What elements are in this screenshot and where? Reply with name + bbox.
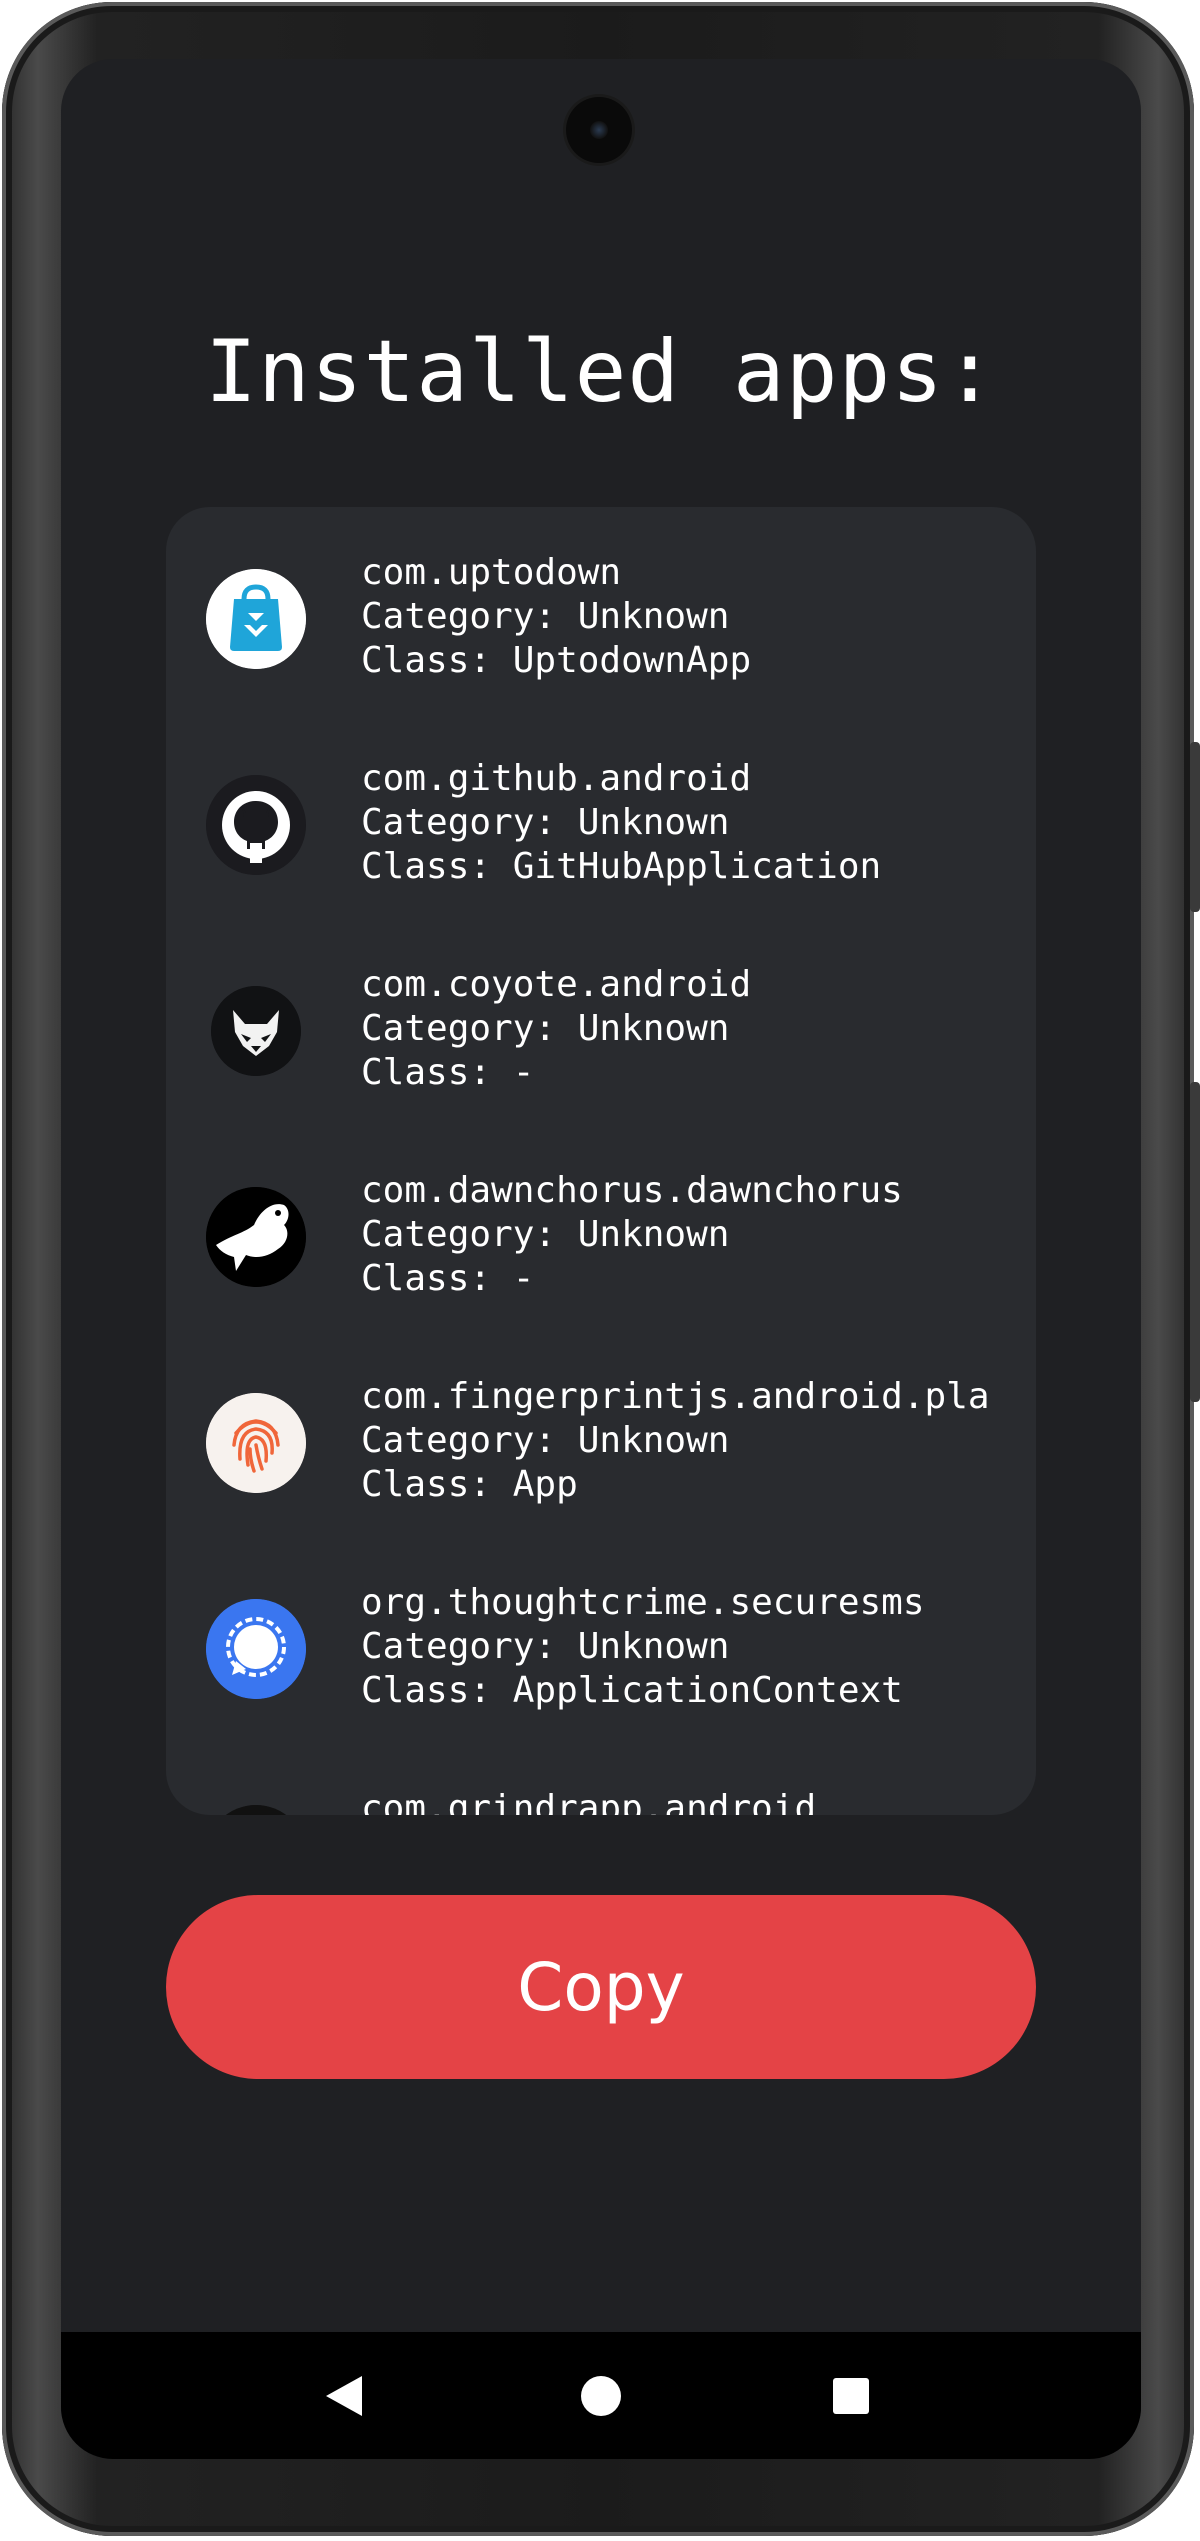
copy-button[interactable]: Copy — [166, 1895, 1036, 2079]
home-button[interactable] — [541, 2332, 661, 2459]
app-info: com.github.android Category: Unknown Cla… — [361, 757, 1036, 889]
list-item[interactable]: com.dawnchorus.dawnchorus Category: Unkn… — [166, 1125, 1036, 1331]
dawnchorus-bird-icon — [206, 1187, 306, 1287]
list-item[interactable]: com.grindrapp.android — [166, 1743, 1036, 1815]
app-class: Class: - — [361, 1052, 535, 1093]
fingerprint-icon — [206, 1393, 306, 1493]
app-category: Category: Unknown — [361, 1626, 730, 1667]
package-name: com.uptodown — [361, 552, 622, 593]
list-item[interactable]: com.coyote.android Category: Unknown Cla… — [166, 919, 1036, 1125]
package-name: org.thoughtcrime.securesms — [361, 1582, 925, 1623]
recents-button[interactable] — [791, 2332, 911, 2459]
back-button[interactable] — [284, 2332, 404, 2459]
coyote-icon — [211, 986, 301, 1076]
recents-icon — [833, 2377, 869, 2414]
installed-apps-list[interactable]: com.uptodown Category: Unknown Class: Up… — [166, 507, 1036, 1815]
list-item[interactable]: com.fingerprintjs.android.pla Category: … — [166, 1331, 1036, 1537]
app-class: Class: UptodownApp — [361, 640, 752, 681]
phone-frame: Installed apps: com.uptodown Category: U… — [2, 2, 1200, 2536]
app-category: Category: Unknown — [361, 1420, 730, 1461]
volume-button — [1190, 1082, 1200, 1402]
home-icon — [581, 2375, 621, 2416]
app-class: Class: - — [361, 1258, 535, 1299]
front-camera — [566, 97, 632, 163]
system-navigation-bar — [61, 2332, 1141, 2459]
power-button — [1190, 742, 1200, 912]
app-category: Category: Unknown — [361, 596, 730, 637]
page-title: Installed apps: — [205, 322, 997, 422]
app-info: com.coyote.android Category: Unknown Cla… — [361, 963, 1036, 1095]
app-info: com.grindrapp.android — [361, 1787, 1036, 1815]
app-info: org.thoughtcrime.securesms Category: Unk… — [361, 1581, 1036, 1713]
app-class: Class: ApplicationContext — [361, 1670, 903, 1711]
package-name: com.github.android — [361, 758, 752, 799]
app-category: Category: Unknown — [361, 802, 730, 843]
back-icon — [326, 2375, 362, 2416]
signal-icon — [206, 1599, 306, 1699]
app-info: com.fingerprintjs.android.pla Category: … — [361, 1375, 1036, 1507]
list-item[interactable]: com.uptodown Category: Unknown Class: Up… — [166, 507, 1036, 713]
app-category: Category: Unknown — [361, 1008, 730, 1049]
package-name: com.dawnchorus.dawnchorus — [361, 1170, 903, 1211]
app-info: com.uptodown Category: Unknown Class: Up… — [361, 551, 1036, 683]
app-screen: Installed apps: com.uptodown Category: U… — [61, 59, 1141, 2459]
list-item[interactable]: com.github.android Category: Unknown Cla… — [166, 713, 1036, 919]
app-class: Class: GitHubApplication — [361, 846, 882, 887]
app-info: com.dawnchorus.dawnchorus Category: Unkn… — [361, 1169, 1036, 1301]
grindr-icon — [206, 1805, 306, 1815]
package-name: com.fingerprintjs.android.pla — [361, 1376, 990, 1417]
package-name: com.coyote.android — [361, 964, 752, 1005]
uptodown-icon — [206, 569, 306, 669]
package-name: com.grindrapp.android — [361, 1788, 817, 1815]
github-icon — [206, 775, 306, 875]
app-class: Class: App — [361, 1464, 578, 1505]
list-item[interactable]: org.thoughtcrime.securesms Category: Unk… — [166, 1537, 1036, 1743]
app-category: Category: Unknown — [361, 1214, 730, 1255]
